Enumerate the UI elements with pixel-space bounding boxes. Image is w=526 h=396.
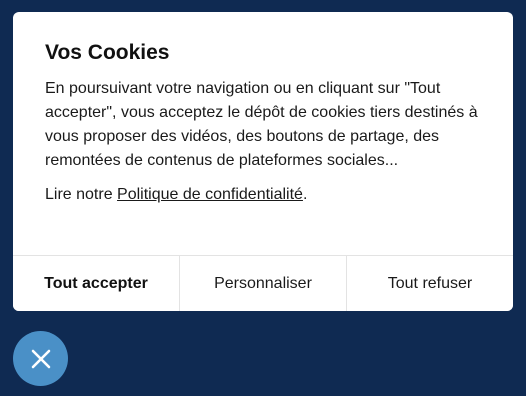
refuse-all-button[interactable]: Tout refuser xyxy=(346,256,513,311)
cookie-consent-dialog: Vos Cookies En poursuivant votre navigat… xyxy=(13,12,513,311)
customize-button[interactable]: Personnaliser xyxy=(179,256,346,311)
policy-suffix: . xyxy=(302,186,308,203)
close-icon xyxy=(31,349,50,368)
close-button[interactable] xyxy=(13,331,68,386)
accept-all-button[interactable]: Tout accepter xyxy=(13,256,179,311)
policy-prefix: Lire notre xyxy=(45,186,118,203)
privacy-policy-link[interactable]: Politique de confidentialité xyxy=(117,186,303,203)
dialog-actions: Tout accepter Personnaliser Tout refuser xyxy=(13,255,513,311)
dialog-content: Vos Cookies En poursuivant votre navigat… xyxy=(13,12,513,207)
dialog-description: En poursuivant votre navigation ou en cl… xyxy=(45,80,478,169)
dialog-title: Vos Cookies xyxy=(45,41,170,64)
policy-line: Lire notre Politique de confidentialité. xyxy=(45,183,481,207)
